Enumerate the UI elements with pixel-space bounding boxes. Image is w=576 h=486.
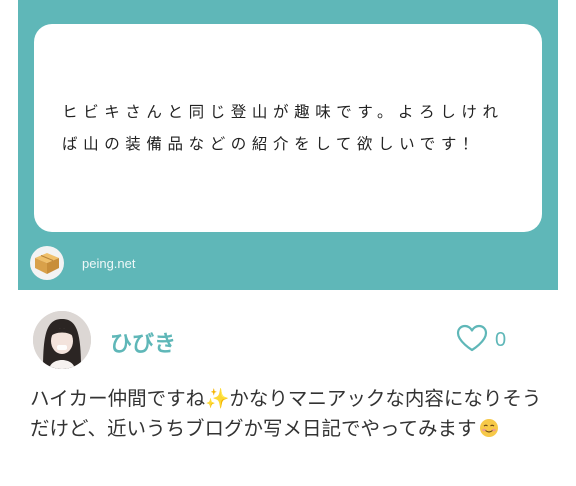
heart-icon — [455, 323, 489, 357]
like-count: 0 — [495, 328, 507, 351]
question-card: ヒビキさんと同じ登山が趣味です。よろしければ山の装備品などの紹介をして欲しいです… — [18, 0, 558, 290]
peing-box-icon — [30, 246, 64, 280]
smiling-face-icon — [479, 417, 499, 447]
sparkle-icon: ✨ — [205, 387, 230, 410]
answer-part-1: ハイカー仲間ですね — [30, 387, 206, 410]
site-name[interactable]: peing.net — [82, 256, 136, 271]
answer-text: ハイカー仲間ですね✨かなりマニアックな内容になりそうだけど、近いうちブログか写メ… — [30, 384, 550, 447]
avatar[interactable] — [33, 311, 91, 369]
like-button[interactable]: 0 — [455, 324, 506, 356]
question-text: ヒビキさんと同じ登山が趣味です。よろしければ山の装備品などの紹介をして欲しいです… — [62, 103, 504, 153]
user-name[interactable]: ひびき — [110, 326, 176, 358]
question-box: ヒビキさんと同じ登山が趣味です。よろしければ山の装備品などの紹介をして欲しいです… — [34, 24, 542, 232]
